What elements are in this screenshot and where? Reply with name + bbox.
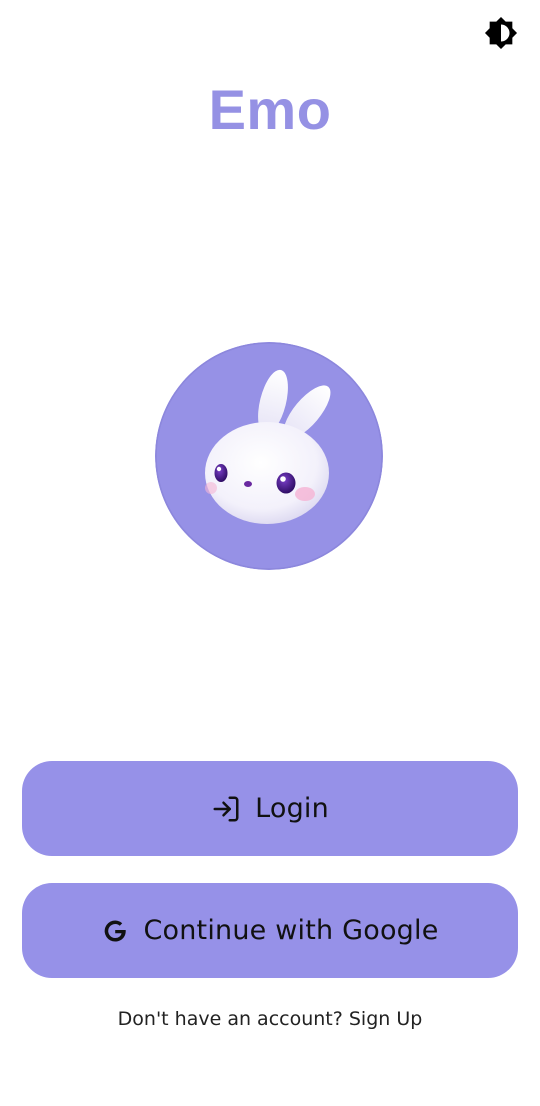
signup-prompt: Don't have an account? Sign Up <box>0 1008 540 1030</box>
bunny-mascot-icon <box>155 342 383 570</box>
login-button-label: Login <box>255 793 329 824</box>
login-button[interactable]: Login <box>22 761 518 856</box>
theme-toggle-button[interactable] <box>482 14 520 52</box>
brightness-contrast-icon <box>484 16 518 50</box>
signup-prompt-text: Don't have an account? <box>117 1008 343 1030</box>
continue-with-google-button[interactable]: Continue with Google <box>22 883 518 978</box>
login-screen: Emo Login Continue with Google Don't hav… <box>0 0 540 1106</box>
google-g-icon <box>101 917 129 945</box>
app-logo <box>155 342 383 570</box>
login-arrow-icon <box>211 794 241 824</box>
signup-link[interactable]: Sign Up <box>349 1008 422 1030</box>
google-button-label: Continue with Google <box>143 915 439 946</box>
app-title: Emo <box>208 78 332 141</box>
